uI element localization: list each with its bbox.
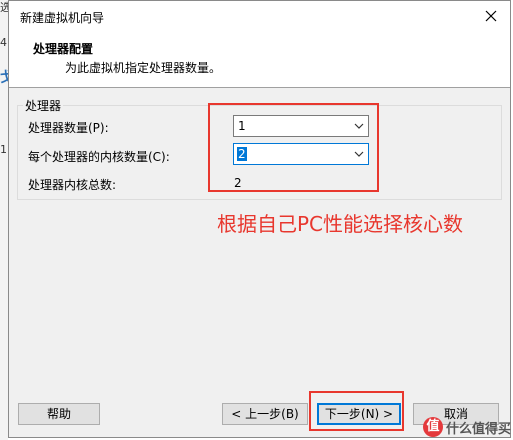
processor-count-label: 处理器数量(P): (28, 121, 109, 135)
background-text-fragment: 1 (0, 143, 7, 156)
window-title: 新建虚拟机向导 (20, 11, 105, 25)
help-button[interactable]: 帮助 (18, 403, 100, 425)
back-button[interactable]: < 上一步(B) (222, 403, 308, 425)
annotation-highlight-box (208, 103, 379, 192)
watermark-logo-icon: 值 (422, 417, 443, 437)
background-window-edge (0, 0, 8, 440)
title-bar: 新建虚拟机向导 (9, 1, 510, 33)
new-vm-wizard-dialog: 新建虚拟机向导 处理器配置 为此虚拟机指定处理器数量。 处理器 处理器数量(P)… (8, 0, 511, 438)
cores-per-processor-label: 每个处理器的内核数量(C): (28, 150, 170, 164)
page-title: 处理器配置 (33, 42, 94, 56)
watermark: 值 什么值得买 (422, 416, 511, 438)
total-cores-label: 处理器内核总数: (28, 178, 117, 192)
annotation-text: 根据自己PC性能选择核心数 (217, 212, 464, 236)
background-text-fragment: 4 (0, 36, 7, 49)
wizard-header: 处理器配置 为此虚拟机指定处理器数量。 (9, 32, 510, 88)
page-subtitle: 为此虚拟机指定处理器数量。 (65, 61, 222, 75)
close-icon[interactable] (481, 6, 501, 26)
groupbox-label: 处理器 (23, 97, 64, 114)
annotation-next-highlight-box (309, 391, 404, 431)
watermark-text: 什么值得买 (445, 421, 511, 437)
